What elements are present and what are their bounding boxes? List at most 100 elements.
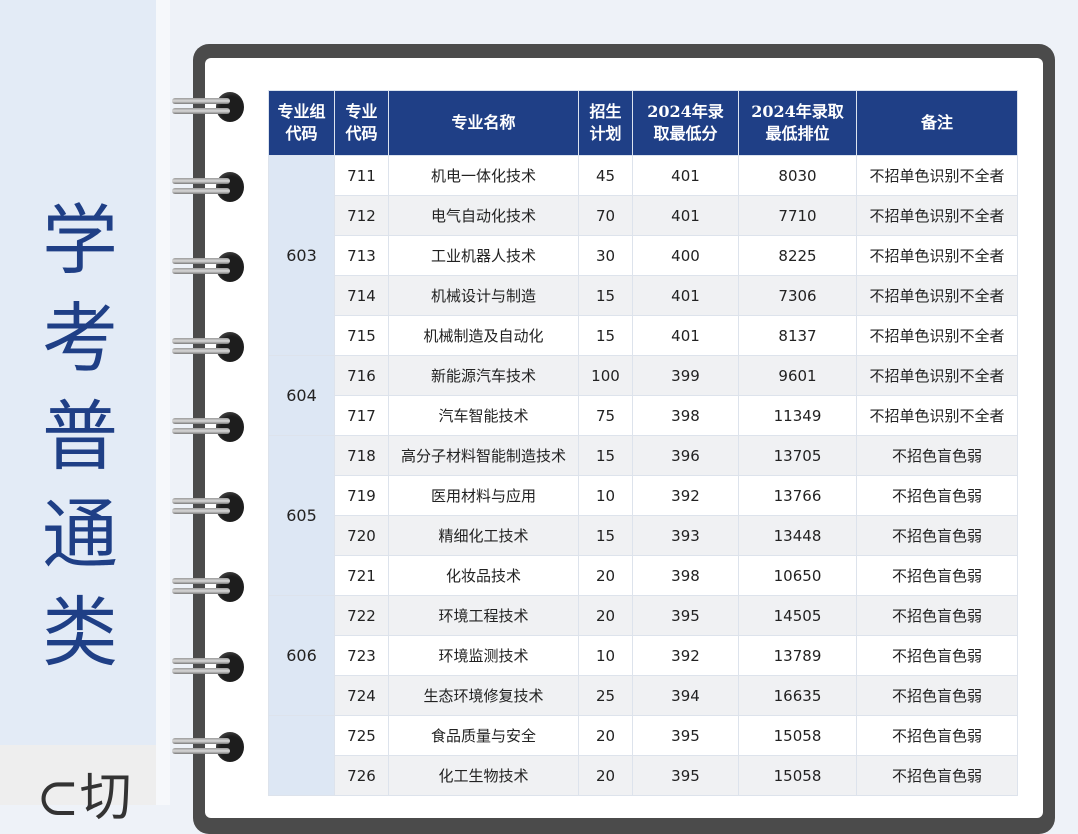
min-rank-cell: 8030: [738, 155, 857, 196]
major-code-cell: 719: [334, 475, 389, 516]
plan-cell: 70: [578, 195, 633, 236]
min-score-cell: 394: [632, 675, 739, 716]
min-rank-cell: 8137: [738, 315, 857, 356]
min-score-cell: 392: [632, 475, 739, 516]
binder-ring: [172, 168, 248, 210]
plan-cell: 15: [578, 515, 633, 556]
note-cell: 不招色盲色弱: [856, 515, 1018, 556]
major-name-cell: 食品质量与安全: [388, 715, 579, 756]
binder-ring: [172, 88, 248, 130]
note-cell: 不招单色识别不全者: [856, 195, 1018, 236]
plan-cell: 20: [578, 755, 633, 796]
min-score-cell: 399: [632, 355, 739, 396]
table-row: 725 食品质量与安全 20 395 15058 不招色盲色弱: [268, 715, 1018, 796]
header-major-code: 专业 代码: [334, 90, 389, 156]
group-code-cell: [268, 715, 335, 796]
vertical-title-char: 普: [42, 392, 118, 481]
major-name-cell: 生态环境修复技术: [388, 675, 579, 716]
major-name-cell: 高分子材料智能制造技术: [388, 435, 579, 476]
group-code-cell: 605: [268, 435, 335, 596]
major-name-cell: 机械设计与制造: [388, 275, 579, 316]
note-cell: 不招单色识别不全者: [856, 275, 1018, 316]
min-score-cell: 401: [632, 195, 739, 236]
plan-cell: 15: [578, 275, 633, 316]
min-rank-cell: 15058: [738, 715, 857, 756]
major-code-cell: 713: [334, 235, 389, 276]
header-plan: 招生 计划: [578, 90, 633, 156]
table-header-row: 专业组 代码 专业 代码 专业名称 招生 计划 2024年录 取最低分 2024年录取最…: [268, 90, 1018, 156]
major-code-cell: 722: [334, 595, 389, 636]
major-code-cell: 721: [334, 555, 389, 596]
major-name-cell: 环境监测技术: [388, 635, 579, 676]
note-cell: 不招单色识别不全者: [856, 395, 1018, 436]
plan-cell: 20: [578, 595, 633, 636]
major-code-cell: 716: [334, 355, 389, 396]
major-name-cell: 电气自动化技术: [388, 195, 579, 236]
major-code-cell: 723: [334, 635, 389, 676]
header-min-score: 2024年录 取最低分: [632, 90, 739, 156]
min-score-cell: 395: [632, 595, 739, 636]
min-score-cell: 401: [632, 155, 739, 196]
major-name-cell: 精细化工技术: [388, 515, 579, 556]
plan-cell: 10: [578, 475, 633, 516]
plan-cell: 20: [578, 555, 633, 596]
major-code-cell: 724: [334, 675, 389, 716]
group-code-cell: 603: [268, 155, 335, 356]
major-name-cell: 机械制造及自动化: [388, 315, 579, 356]
table-row: 726 化工生物技术 20 395 15058 不招色盲色弱: [269, 755, 1018, 796]
table-row: 719 医用材料与应用 10 392 13766 不招色盲色弱: [269, 475, 1018, 516]
table-row: 605 718 高分子材料智能制造技术 15 396 13705 不招色盲色弱: [268, 435, 1018, 596]
major-name-cell: 化工生物技术: [388, 755, 579, 796]
note-cell: 不招色盲色弱: [856, 755, 1018, 796]
min-rank-cell: 7306: [738, 275, 857, 316]
min-rank-cell: 11349: [738, 395, 857, 436]
min-rank-cell: 8225: [738, 235, 857, 276]
note-cell: 不招单色识别不全者: [856, 355, 1018, 396]
group-code-cell: 604: [268, 355, 335, 436]
min-score-cell: 392: [632, 635, 739, 676]
binder-ring: [172, 488, 248, 530]
min-rank-cell: 15058: [738, 755, 857, 796]
note-cell: 不招色盲色弱: [856, 475, 1018, 516]
binder-ring: [172, 648, 248, 690]
table-row: 713 工业机器人技术 30 400 8225 不招单色识别不全者: [269, 235, 1018, 276]
major-code-cell: 718: [334, 435, 389, 476]
note-cell: 不招单色识别不全者: [856, 235, 1018, 276]
note-cell: 不招色盲色弱: [856, 635, 1018, 676]
note-cell: 不招色盲色弱: [856, 675, 1018, 716]
note-cell: 不招单色识别不全者: [856, 315, 1018, 356]
note-cell: 不招单色识别不全者: [856, 155, 1018, 196]
vertical-title-char: 考: [42, 294, 118, 383]
min-score-cell: 395: [632, 755, 739, 796]
plan-cell: 15: [578, 435, 633, 476]
binder-ring: [172, 328, 248, 370]
table-row: 606 722 环境工程技术 20 395 14505 不招色盲色弱: [268, 595, 1018, 716]
note-cell: 不招色盲色弱: [856, 595, 1018, 636]
min-rank-cell: 13789: [738, 635, 857, 676]
major-code-cell: 720: [334, 515, 389, 556]
min-score-cell: 395: [632, 715, 739, 756]
major-code-cell: 712: [334, 195, 389, 236]
major-code-cell: 714: [334, 275, 389, 316]
major-code-cell: 726: [334, 755, 389, 796]
table-row: 720 精细化工技术 15 393 13448 不招色盲色弱: [269, 515, 1018, 556]
table-row: 721 化妆品技术 20 398 10650 不招色盲色弱: [269, 555, 1018, 596]
header-group-code: 专业组 代码: [268, 90, 335, 156]
plan-cell: 25: [578, 675, 633, 716]
plan-cell: 30: [578, 235, 633, 276]
table-row: 724 生态环境修复技术 25 394 16635 不招色盲色弱: [269, 675, 1018, 716]
min-rank-cell: 10650: [738, 555, 857, 596]
admission-table: 专业组 代码 专业 代码 专业名称 招生 计划 2024年录 取最低分 2024年录取最…: [268, 90, 1018, 796]
table-row: 717 汽车智能技术 75 398 11349 不招单色识别不全者: [269, 395, 1018, 436]
min-score-cell: 398: [632, 555, 739, 596]
min-rank-cell: 14505: [738, 595, 857, 636]
plan-cell: 10: [578, 635, 633, 676]
plan-cell: 20: [578, 715, 633, 756]
major-name-cell: 机电一体化技术: [388, 155, 579, 196]
min-score-cell: 393: [632, 515, 739, 556]
binder-ring: [172, 408, 248, 450]
major-name-cell: 汽车智能技术: [388, 395, 579, 436]
sidebar-bottom-text: ⊂切: [36, 768, 132, 828]
min-score-cell: 401: [632, 275, 739, 316]
vertical-title-char: 类: [42, 588, 118, 677]
